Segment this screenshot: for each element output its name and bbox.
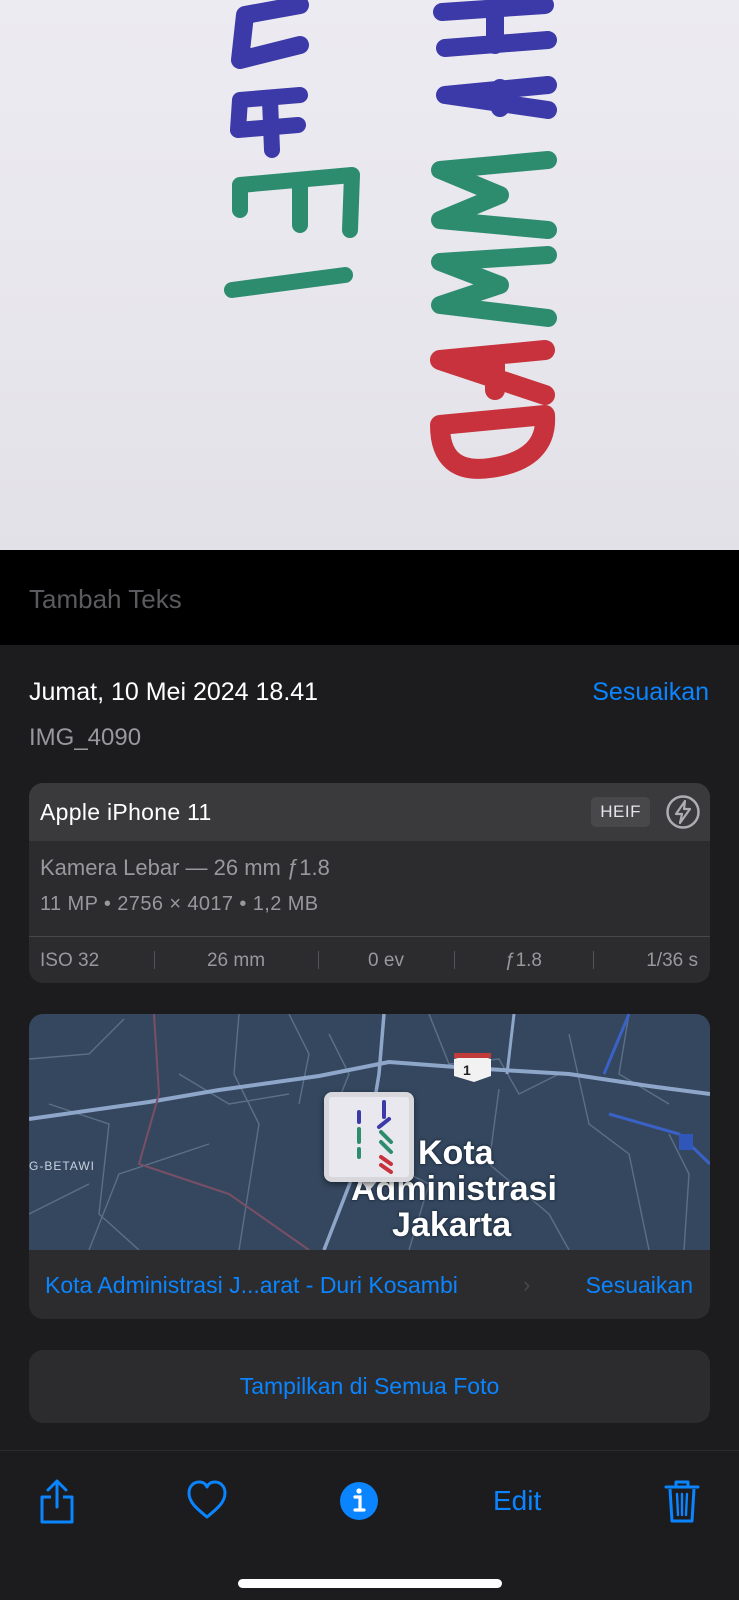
location-name-link[interactable]: Kota Administrasi J...arat - Duri Kosamb… <box>45 1272 458 1299</box>
heart-icon[interactable] <box>186 1477 228 1525</box>
road-shield-icon <box>454 1054 491 1082</box>
photo-view[interactable] <box>0 0 739 550</box>
device-name: Apple iPhone 11 <box>40 799 212 825</box>
home-indicator[interactable] <box>238 1579 502 1588</box>
photo-date: Jumat, 10 Mei 2024 18.41 <box>29 678 319 706</box>
road-shield-number: 1 <box>463 1062 471 1078</box>
adjust-date-button[interactable]: Sesuaikan <box>592 678 709 707</box>
map-place-line3: Jakarta <box>392 1206 512 1244</box>
add-caption-field[interactable]: Tambah Teks <box>29 584 182 615</box>
exif-iso: ISO 32 <box>40 949 100 971</box>
info-icon[interactable] <box>338 1477 380 1525</box>
info-panel: Jumat, 10 Mei 2024 18.41 Sesuaikan IMG_4… <box>0 645 739 1450</box>
chevron-right-icon: › <box>523 1272 531 1297</box>
exif-aperture: ƒ1.8 <box>454 937 593 984</box>
photo-location-thumbnail[interactable] <box>324 1092 414 1182</box>
camera-info-header: Apple iPhone 11 HEIF <box>29 783 710 841</box>
edit-button[interactable]: Edit <box>493 1485 541 1517</box>
image-specs: 11 MP • 2756 × 4017 • 1,2 MB <box>40 893 319 915</box>
location-map[interactable]: 1 G-BETAWI Kota Administrasi Jakarta <box>29 1014 710 1250</box>
location-card: 1 G-BETAWI Kota Administrasi Jakarta Kot… <box>29 1014 710 1319</box>
exif-exposure-value: 0 ev <box>318 937 454 984</box>
handwritten-name-drawing <box>224 0 557 479</box>
adjust-location-button[interactable]: Sesuaikan <box>586 1272 693 1299</box>
flash-icon <box>666 795 700 829</box>
format-badge: HEIF <box>591 797 650 827</box>
lens-info: Kamera Lebar — 26 mm ƒ1.8 <box>40 855 330 880</box>
share-icon[interactable] <box>38 1477 76 1525</box>
caption-area[interactable]: Tambah Teks <box>0 550 739 645</box>
location-row[interactable]: Kota Administrasi J...arat - Duri Kosamb… <box>29 1250 710 1319</box>
exif-row: ISO 32 26 mm 0 ev ƒ1.8 1/36 s <box>29 936 710 983</box>
camera-info-card: Apple iPhone 11 HEIF Kamera Lebar — 26 m… <box>29 783 710 983</box>
photo-filename: IMG_4090 <box>29 724 142 751</box>
exif-shutter-speed: 1/36 s <box>593 937 710 984</box>
trash-icon[interactable] <box>662 1477 702 1525</box>
bottom-toolbar: Edit <box>0 1450 739 1600</box>
map-place-line1: Kota <box>418 1134 494 1172</box>
exif-focal-length: 26 mm <box>154 937 318 984</box>
thumbnail-image <box>357 1100 393 1174</box>
street-label: G-BETAWI <box>29 1159 95 1173</box>
show-in-all-photos-button[interactable]: Tampilkan di Semua Foto <box>29 1350 710 1423</box>
